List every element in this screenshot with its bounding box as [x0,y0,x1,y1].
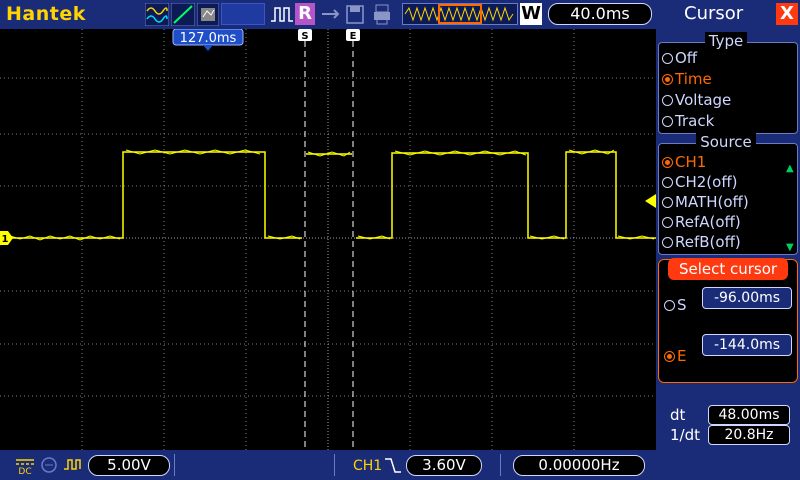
cursor-e-option[interactable]: E [664,347,686,365]
cursor-s-value[interactable]: -96.00ms [702,287,792,309]
print-icon[interactable] [372,3,392,26]
svg-text:E: E [350,31,357,42]
radio-icon [662,237,673,248]
usb-icon[interactable] [320,3,342,26]
top-toolbar: Hantek R W 40.0ms [0,0,656,29]
ref-waveform-icon[interactable] [197,3,219,26]
window-zoom-button[interactable]: W [520,3,542,25]
ch1-trace-noise [9,149,655,241]
source-group-label: Source [656,133,796,151]
svg-text:127.0ms: 127.0ms [180,31,237,46]
memory-view-window[interactable] [438,4,482,24]
scroll-up-icon[interactable]: ▲ [786,163,794,174]
radio-icon [662,95,673,106]
cursor-e-marker[interactable]: E [346,29,360,42]
graticule-axes [0,29,656,450]
inv-dt-value: 20.8Hz [708,425,790,445]
source-option-math[interactable]: MATH(off) [662,193,749,211]
frequency-counter: 0.00000Hz [513,455,645,476]
cursor-s-marker[interactable]: S [298,29,312,42]
source-option-ch1[interactable]: CH1 [662,153,706,171]
dc-coupling-icon[interactable]: DC [14,455,36,475]
svg-text:1: 1 [2,234,9,245]
select-cursor-title: Select cursor [668,258,788,280]
scroll-down-icon[interactable]: ▼ [786,242,794,253]
ch1-trace [8,151,656,239]
radio-selected-icon [664,351,675,362]
type-option-time[interactable]: Time [662,70,712,88]
source-option-ch2[interactable]: CH2(off) [662,173,738,191]
trigger-mode-button[interactable]: R [295,3,315,25]
ch1-ground-marker[interactable]: 1 [0,231,13,245]
trigger-level-display[interactable]: 3.60V [406,455,482,476]
dt-value: 48.00ms [708,405,790,425]
svg-text:DC: DC [18,467,31,475]
source-option-refa[interactable]: RefA(off) [662,213,741,231]
radio-icon [662,116,673,127]
falling-edge-icon[interactable] [383,456,403,475]
run-status-box[interactable] [221,3,265,25]
trigger-source-label[interactable]: CH1 [353,458,382,474]
pulse-trigger-icon[interactable] [270,3,294,26]
type-option-voltage[interactable]: Voltage [662,91,731,109]
inv-dt-label: 1/dt [670,426,700,444]
brand-logo: Hantek [6,3,86,25]
radio-selected-icon [662,157,673,168]
trigger-position-label[interactable]: 127.0ms [172,29,244,51]
cursor-e-value[interactable]: -144.0ms [702,334,792,356]
bottom-status-bar: DC 5.00V CH1 3.60V 0.00000Hz [0,450,656,480]
ch1-volts-div[interactable]: 5.00V [88,455,170,476]
source-option-refb[interactable]: RefB(off) [662,233,741,251]
fft-waveform-icon[interactable] [145,3,169,26]
waveform-display[interactable]: S E 127.0ms 1 [0,29,656,450]
type-option-off[interactable]: Off [662,49,697,67]
svg-text:S: S [301,31,308,42]
divider [334,454,335,476]
radio-icon [662,53,673,64]
bandwidth-limit-icon[interactable] [39,455,59,475]
divider [500,454,501,476]
type-option-track[interactable]: Track [662,112,714,130]
type-group-label: Type [656,32,796,50]
radio-icon [662,217,673,228]
save-disk-icon[interactable] [345,3,365,26]
dt-label: dt [670,406,686,424]
radio-icon [664,300,675,311]
divider [174,454,175,476]
math-waveform-icon[interactable] [171,3,195,26]
radio-icon [662,177,673,188]
timebase-display[interactable]: 40.0ms [548,3,652,25]
close-button[interactable]: X [776,3,798,25]
cursor-s-option[interactable]: S [664,296,687,314]
radio-icon [662,197,673,208]
cursor-menu: Cursor X Type Off Time Voltage Track Sou… [656,0,800,480]
trigger-level-marker[interactable] [645,194,656,208]
invert-icon[interactable] [62,455,84,475]
radio-selected-icon [662,74,673,85]
